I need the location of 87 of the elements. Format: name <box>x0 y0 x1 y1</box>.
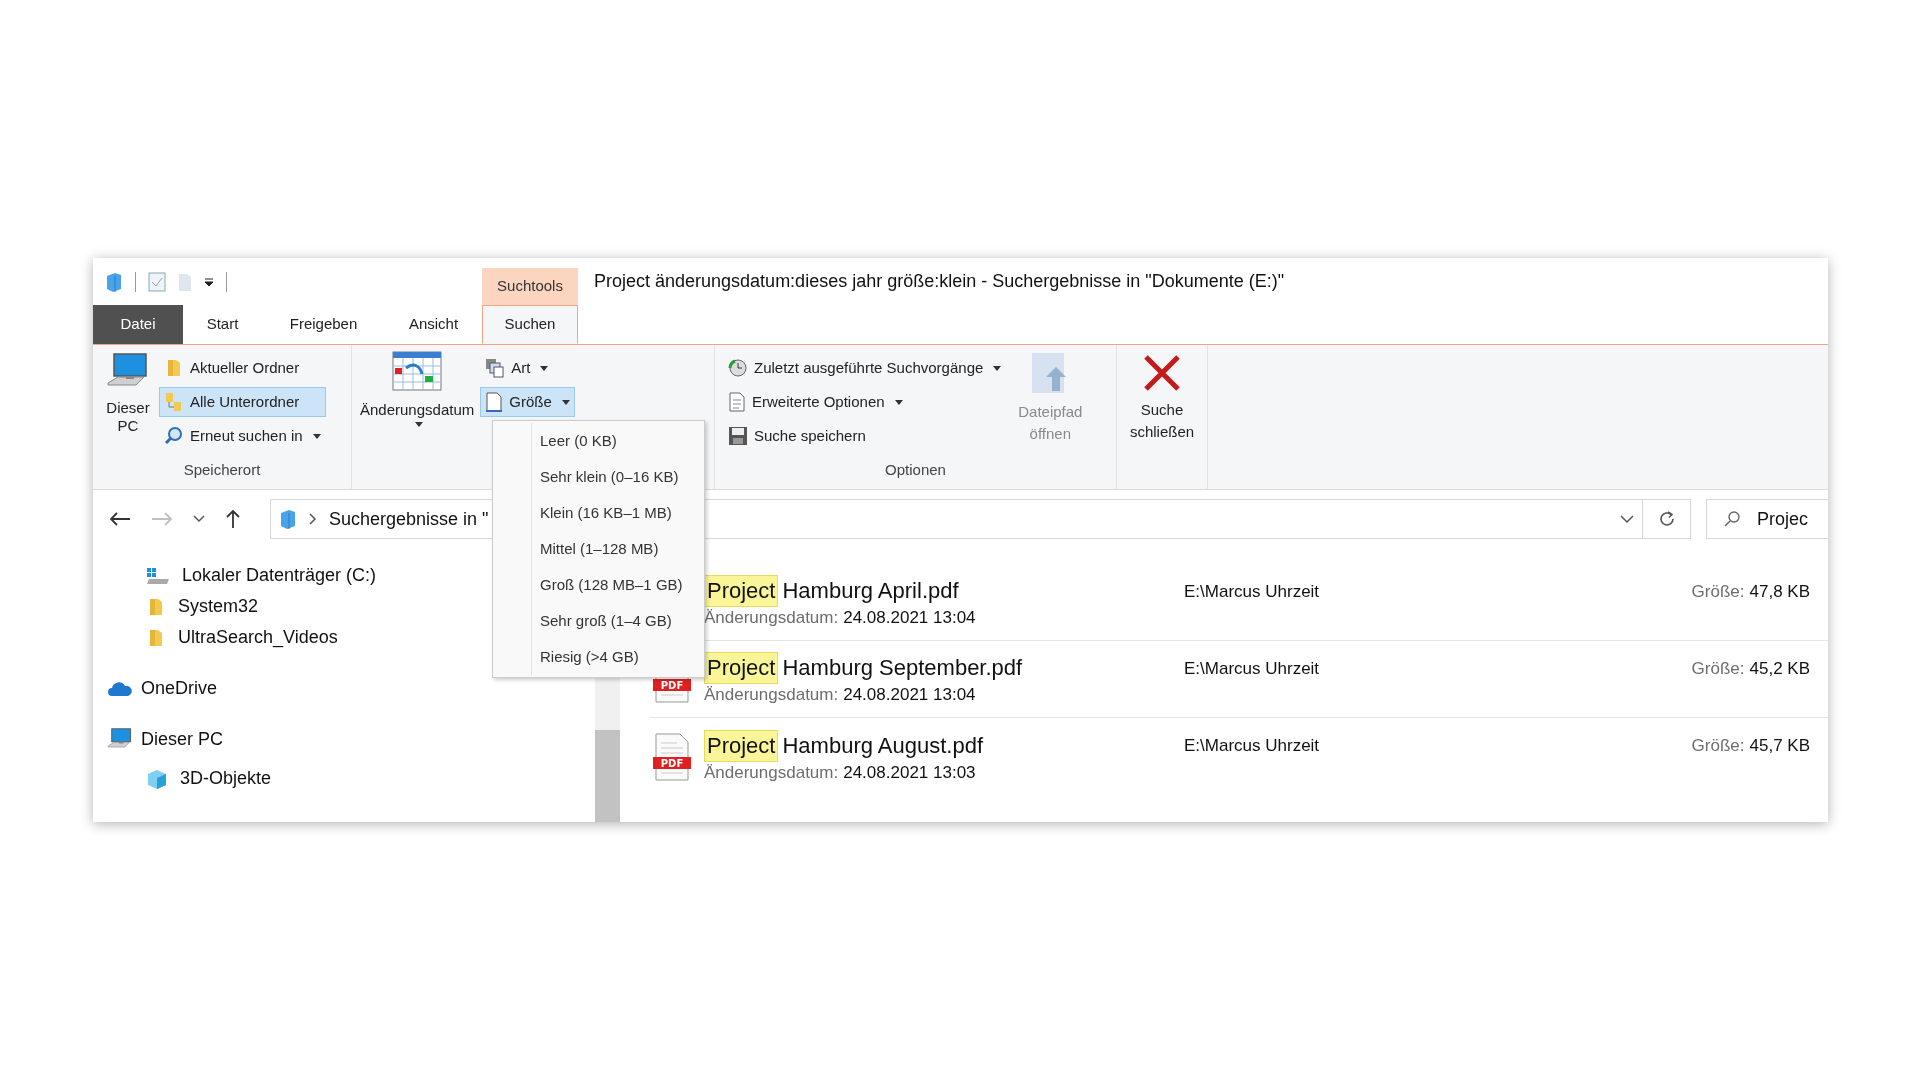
nav-tree-item[interactable]: 3D-Objekte <box>93 763 272 794</box>
caret-icon <box>894 399 903 405</box>
refresh-button[interactable] <box>1643 499 1691 539</box>
menu-item[interactable]: Sehr groß (1–4 GB) <box>532 603 704 639</box>
folder-icon <box>178 271 192 292</box>
chevron-down-icon[interactable] <box>193 515 205 523</box>
document-icon <box>485 392 504 412</box>
dropdown-icon <box>204 276 214 287</box>
back-arrow-icon[interactable] <box>109 511 131 527</box>
close-search-button[interactable]: Suche schließen <box>1127 353 1197 443</box>
field-label: Änderungsdatum: <box>704 607 839 629</box>
modified-date: 24.08.2021 13:03 <box>843 761 976 784</box>
search-field[interactable]: Projec <box>1706 499 1828 539</box>
field-label: Größe: <box>1691 658 1745 680</box>
ribbon-button[interactable]: Suche speichern <box>723 421 1007 451</box>
folders-icon <box>164 392 184 412</box>
nav-tree-item[interactable]: UltraSearch_Videos <box>93 622 338 653</box>
ribbon-button[interactable]: Alle Unterordner <box>159 387 326 417</box>
window-title: Project änderungsdatum:dieses jahr größe:klein - Suchergebnisse in "Dokumente (E:)" <box>594 270 1285 293</box>
chevron-right-icon <box>309 513 317 525</box>
file-name: Hamburg September.pdf <box>782 654 1023 682</box>
folder-cube-icon <box>105 271 123 292</box>
address-path: Suchergebnisse in " <box>329 507 489 531</box>
menu-item[interactable]: Groß (128 MB–1 GB) <box>532 567 704 603</box>
nav-tree-item[interactable]: System32 <box>93 591 259 622</box>
file-size: 45,7 KB <box>1749 735 1810 757</box>
ribbon-tab[interactable]: Ansicht <box>385 305 482 344</box>
scrollbar-thumb[interactable] <box>595 730 620 822</box>
caret-icon <box>312 433 321 439</box>
ribbon-button[interactable]: Aktueller Ordner <box>159 353 326 383</box>
search-icon <box>1723 510 1741 528</box>
menu-item[interactable]: Sehr klein (0–16 KB) <box>532 459 704 495</box>
menu-item[interactable]: Leer (0 KB) <box>532 423 704 459</box>
caret-icon <box>540 365 549 371</box>
nav-tree-item[interactable]: Lokaler Datenträger (C:) <box>93 560 377 591</box>
caret-icon <box>993 365 1002 371</box>
ribbon-large-button[interactable]: Dieser PC <box>101 351 155 459</box>
pdf-file-icon: PDF <box>652 732 692 781</box>
cube-icon <box>146 767 168 790</box>
nav-tree-item[interactable]: OneDrive <box>93 673 218 704</box>
calendar-icon <box>392 351 443 391</box>
field-label: Größe: <box>1691 735 1745 757</box>
ribbon-button[interactable]: Erneut suchen in <box>159 421 326 451</box>
group-label: Speicherort <box>183 459 261 480</box>
field-label: Änderungsdatum: <box>704 761 839 784</box>
caret-icon <box>415 421 424 427</box>
search-highlight: Project <box>704 652 779 684</box>
checkmark-document-icon <box>148 271 166 292</box>
modified-date: 24.08.2021 13:04 <box>843 607 976 629</box>
field-label: Größe: <box>1691 581 1745 603</box>
save-icon <box>728 426 748 446</box>
field-label: Änderungsdatum: <box>704 684 839 706</box>
ribbon-tab[interactable]: Start <box>183 305 262 344</box>
file-size: 45,2 KB <box>1749 658 1810 680</box>
context-tab-header: Suchtools <box>482 268 578 305</box>
file-path: E:\Marcus Uhrzeit <box>1184 658 1320 680</box>
group-label: Optionen <box>885 459 946 480</box>
ribbon-tab[interactable]: Suchen <box>482 305 578 344</box>
options-icon <box>728 392 746 412</box>
file-types-icon <box>485 358 506 378</box>
chevron-down-icon[interactable] <box>1620 514 1634 524</box>
drive-icon <box>146 566 170 585</box>
ribbon-large-button[interactable]: Änderungsdatum <box>360 351 475 489</box>
modified-date: 24.08.2021 13:04 <box>843 684 976 706</box>
file-name: Hamburg April.pdf <box>782 577 959 605</box>
up-arrow-icon[interactable] <box>225 509 241 529</box>
file-path: E:\Marcus Uhrzeit <box>1184 581 1320 603</box>
file-name: Hamburg August.pdf <box>782 731 984 760</box>
ribbon-button[interactable]: Zuletzt ausgeführte Suchvorgänge <box>723 353 1007 383</box>
ribbon-button[interactable]: Größe <box>480 387 575 417</box>
ribbon-tab[interactable]: Freigeben <box>262 305 385 344</box>
ribbon-button[interactable]: Art <box>480 353 575 383</box>
cloud-icon <box>107 680 133 697</box>
search-icon <box>164 426 184 446</box>
search-highlight: Project <box>704 575 779 607</box>
file-tab[interactable]: Datei <box>93 305 183 344</box>
customize-toolbar-button[interactable] <box>204 276 214 287</box>
caret-icon <box>561 399 570 405</box>
search-highlight: Project <box>704 729 779 762</box>
folder-cube-icon <box>279 509 297 529</box>
file-path: E:\Marcus Uhrzeit <box>1184 735 1320 757</box>
clock-icon <box>728 358 748 378</box>
refresh-icon <box>1657 510 1676 528</box>
file-size: 47,8 KB <box>1749 581 1810 603</box>
ribbon-button[interactable]: Erweiterte Optionen <box>723 387 1007 417</box>
close-icon <box>1142 353 1182 393</box>
nav-tree-item[interactable]: Dieser PC <box>93 724 224 755</box>
